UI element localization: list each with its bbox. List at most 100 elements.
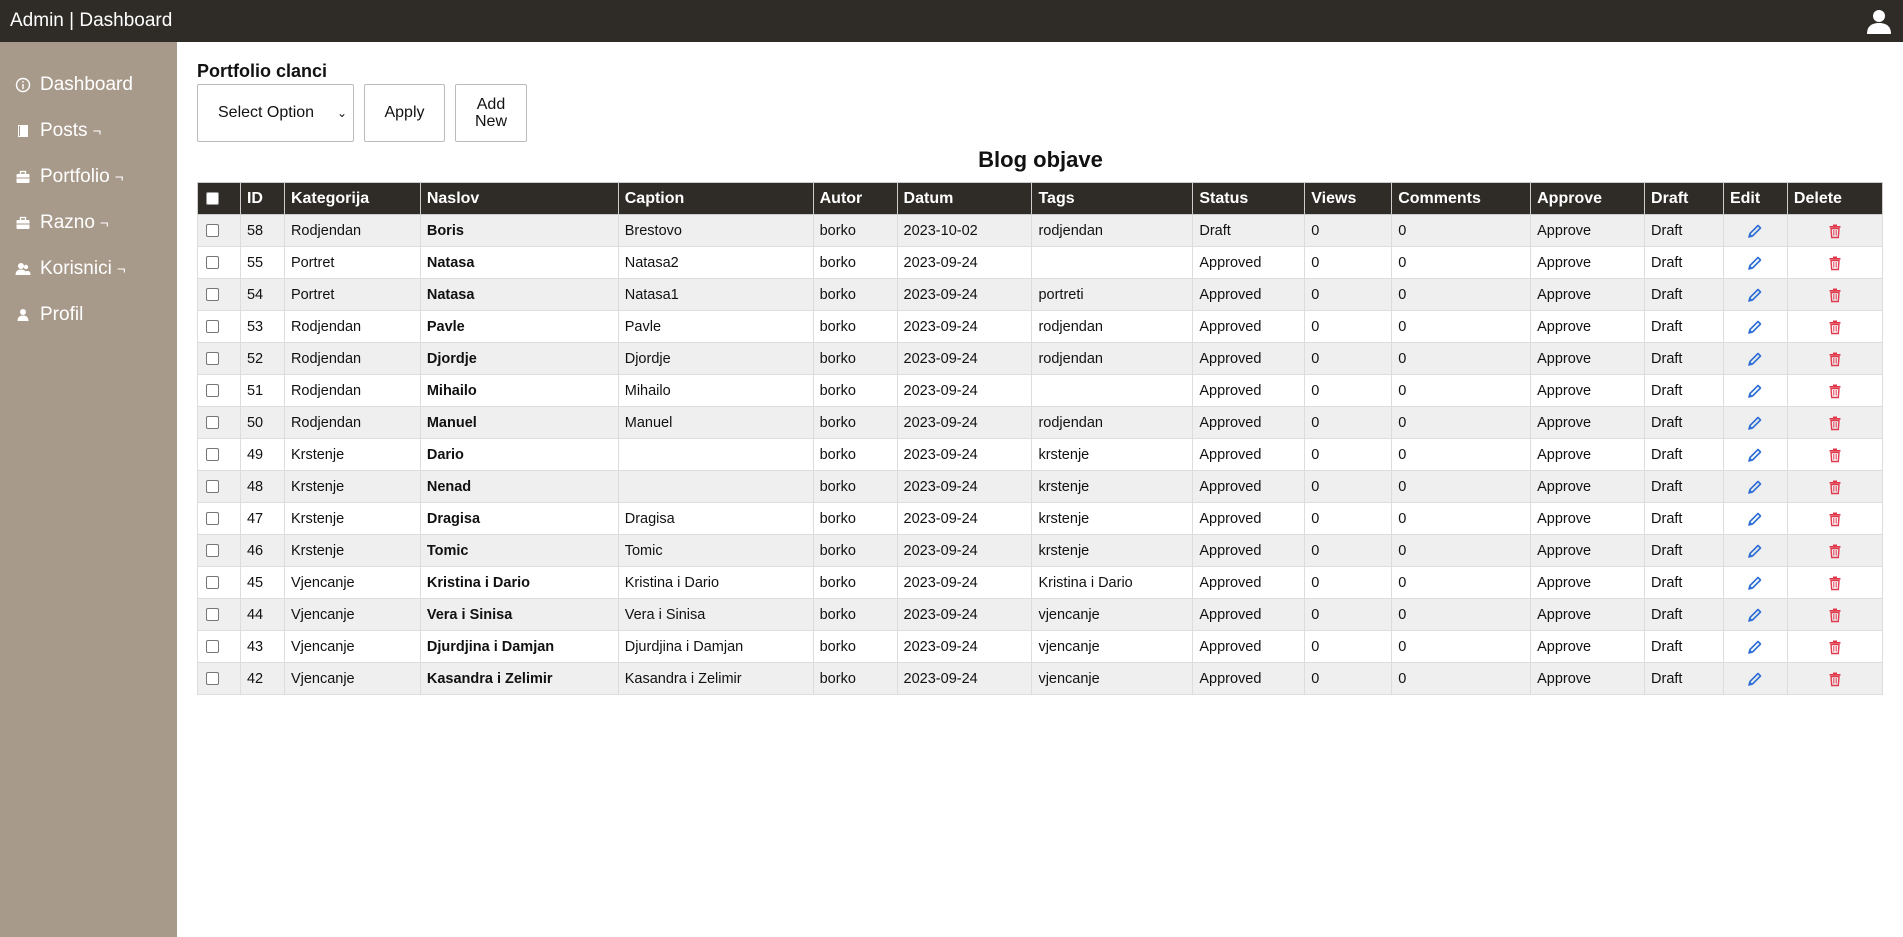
- trash-icon[interactable]: [1827, 574, 1843, 590]
- pencil-icon[interactable]: [1747, 606, 1763, 622]
- cell-approve[interactable]: Approve: [1530, 310, 1646, 343]
- sidebar-item-korisnici[interactable]: Korisnici ¬: [0, 246, 177, 292]
- cell-draft[interactable]: Draft: [1644, 630, 1724, 663]
- pencil-icon[interactable]: [1747, 670, 1763, 686]
- cell-naslov[interactable]: Natasa: [419, 278, 619, 311]
- cell-naslov[interactable]: Manuel: [419, 406, 619, 439]
- row-checkbox[interactable]: [206, 544, 219, 558]
- cell-draft[interactable]: Draft: [1644, 502, 1724, 535]
- sidebar-item-razno[interactable]: Razno ¬: [0, 200, 177, 246]
- trash-icon[interactable]: [1827, 222, 1843, 238]
- trash-icon[interactable]: [1827, 638, 1843, 654]
- pencil-icon[interactable]: [1747, 382, 1763, 398]
- cell-naslov[interactable]: Dario: [419, 438, 619, 471]
- cell-approve[interactable]: Approve: [1530, 214, 1646, 247]
- pencil-icon[interactable]: [1747, 222, 1763, 238]
- sidebar-item-portfolio[interactable]: Portfolio ¬: [0, 154, 177, 200]
- row-checkbox[interactable]: [206, 224, 219, 238]
- trash-icon[interactable]: [1827, 446, 1843, 462]
- sidebar-item-posts[interactable]: Posts ¬: [0, 108, 177, 154]
- column-header[interactable]: Naslov: [419, 182, 619, 215]
- pencil-icon[interactable]: [1747, 286, 1763, 302]
- trash-icon[interactable]: [1827, 478, 1843, 494]
- cell-approve[interactable]: Approve: [1530, 438, 1646, 471]
- cell-draft[interactable]: Draft: [1644, 566, 1724, 599]
- select-all-checkbox[interactable]: [206, 191, 219, 205]
- pencil-icon[interactable]: [1747, 542, 1763, 558]
- pencil-icon[interactable]: [1747, 254, 1763, 270]
- row-checkbox[interactable]: [206, 448, 219, 462]
- sidebar-item-dashboard[interactable]: Dashboard: [0, 62, 177, 108]
- cell-naslov[interactable]: Pavle: [419, 310, 619, 343]
- cell-approve[interactable]: Approve: [1530, 278, 1646, 311]
- cell-approve[interactable]: Approve: [1530, 534, 1646, 567]
- pencil-icon[interactable]: [1747, 446, 1763, 462]
- cell-naslov[interactable]: Boris: [419, 214, 619, 247]
- cell-draft[interactable]: Draft: [1644, 278, 1724, 311]
- cell-approve[interactable]: Approve: [1530, 406, 1646, 439]
- column-header[interactable]: Views: [1304, 182, 1393, 215]
- pencil-icon[interactable]: [1747, 414, 1763, 430]
- add-new-button[interactable]: Add New: [455, 84, 527, 142]
- cell-naslov[interactable]: Mihailo: [419, 374, 619, 407]
- column-header[interactable]: Status: [1192, 182, 1306, 215]
- trash-icon[interactable]: [1827, 382, 1843, 398]
- trash-icon[interactable]: [1827, 510, 1843, 526]
- column-header[interactable]: ID: [239, 182, 285, 215]
- column-header[interactable]: Edit: [1722, 182, 1788, 215]
- row-checkbox[interactable]: [206, 672, 219, 686]
- cell-naslov[interactable]: Natasa: [419, 246, 619, 279]
- user-icon[interactable]: [1865, 7, 1893, 35]
- column-header[interactable]: Comments: [1391, 182, 1532, 215]
- row-checkbox[interactable]: [206, 320, 219, 334]
- trash-icon[interactable]: [1827, 318, 1843, 334]
- trash-icon[interactable]: [1827, 414, 1843, 430]
- cell-naslov[interactable]: Djordje: [419, 342, 619, 375]
- cell-draft[interactable]: Draft: [1644, 246, 1724, 279]
- cell-draft[interactable]: Draft: [1644, 342, 1724, 375]
- cell-naslov[interactable]: Vera i Sinisa: [419, 598, 619, 631]
- column-header[interactable]: Caption: [617, 182, 814, 215]
- column-header[interactable]: Tags: [1031, 182, 1194, 215]
- cell-draft[interactable]: Draft: [1644, 470, 1724, 503]
- row-checkbox[interactable]: [206, 608, 219, 622]
- cell-draft[interactable]: Draft: [1644, 374, 1724, 407]
- cell-draft[interactable]: Draft: [1644, 406, 1724, 439]
- cell-approve[interactable]: Approve: [1530, 630, 1646, 663]
- row-checkbox[interactable]: [206, 256, 219, 270]
- cell-approve[interactable]: Approve: [1530, 502, 1646, 535]
- pencil-icon[interactable]: [1747, 478, 1763, 494]
- cell-draft[interactable]: Draft: [1644, 662, 1724, 695]
- cell-naslov[interactable]: Tomic: [419, 534, 619, 567]
- pencil-icon[interactable]: [1747, 638, 1763, 654]
- cell-approve[interactable]: Approve: [1530, 598, 1646, 631]
- cell-naslov[interactable]: Nenad: [419, 470, 619, 503]
- row-checkbox[interactable]: [206, 352, 219, 366]
- bulk-action-select[interactable]: Select Option ⌄: [197, 84, 354, 142]
- cell-approve[interactable]: Approve: [1530, 246, 1646, 279]
- column-header[interactable]: Approve: [1530, 182, 1646, 215]
- cell-draft[interactable]: Draft: [1644, 310, 1724, 343]
- cell-naslov[interactable]: Dragisa: [419, 502, 619, 535]
- cell-naslov[interactable]: Kasandra i Zelimir: [419, 662, 619, 695]
- trash-icon[interactable]: [1827, 254, 1843, 270]
- row-checkbox[interactable]: [206, 512, 219, 526]
- cell-draft[interactable]: Draft: [1644, 214, 1724, 247]
- row-checkbox[interactable]: [206, 576, 219, 590]
- trash-icon[interactable]: [1827, 286, 1843, 302]
- cell-draft[interactable]: Draft: [1644, 438, 1724, 471]
- row-checkbox[interactable]: [206, 288, 219, 302]
- cell-approve[interactable]: Approve: [1530, 342, 1646, 375]
- column-header[interactable]: Autor: [812, 182, 898, 215]
- trash-icon[interactable]: [1827, 350, 1843, 366]
- sidebar-item-profil[interactable]: Profil: [0, 292, 177, 338]
- pencil-icon[interactable]: [1747, 350, 1763, 366]
- cell-approve[interactable]: Approve: [1530, 566, 1646, 599]
- pencil-icon[interactable]: [1747, 510, 1763, 526]
- row-checkbox[interactable]: [206, 384, 219, 398]
- column-header[interactable]: Kategorija: [283, 182, 421, 215]
- cell-approve[interactable]: Approve: [1530, 470, 1646, 503]
- cell-approve[interactable]: Approve: [1530, 374, 1646, 407]
- trash-icon[interactable]: [1827, 670, 1843, 686]
- apply-button[interactable]: Apply: [364, 84, 445, 142]
